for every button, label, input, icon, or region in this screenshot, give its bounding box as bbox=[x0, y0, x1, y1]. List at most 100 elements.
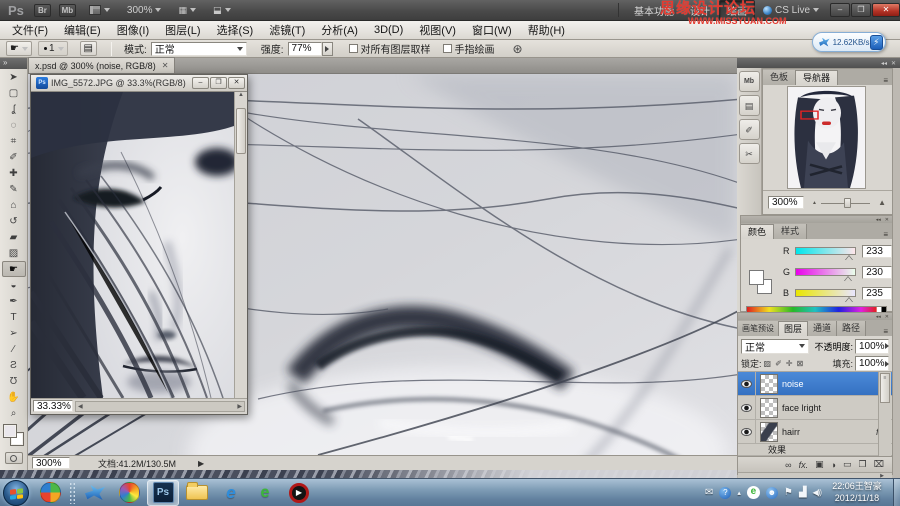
color-group-bar[interactable]: ◂◂ ✕ bbox=[741, 216, 892, 223]
menu-window[interactable]: 窗口(W) bbox=[464, 22, 520, 38]
gradient-tool[interactable]: ▨ bbox=[2, 245, 26, 261]
taskbar-icon-bird[interactable] bbox=[79, 480, 111, 506]
adjustment-layer-icon[interactable]: ◑ bbox=[831, 460, 836, 470]
panel-menu-icon[interactable]: ≡ bbox=[879, 327, 892, 336]
taskbar-icon-pps[interactable] bbox=[113, 480, 145, 506]
marquee-tool[interactable]: ▢ bbox=[2, 85, 26, 101]
sample-all-layers-checkbox[interactable]: 对所有图层取样 bbox=[348, 41, 431, 56]
slider-thumb[interactable] bbox=[845, 298, 854, 303]
tray-flag-icon[interactable]: ⚑ bbox=[784, 487, 793, 498]
menu-edit[interactable]: 编辑(E) bbox=[56, 22, 109, 38]
floating-window-titlebar[interactable]: Ps IMG_5572.JPG @ 33.3%(RGB/8) – ❐ ✕ bbox=[31, 75, 247, 92]
menu-analysis[interactable]: 分析(A) bbox=[313, 22, 366, 38]
layer-row-face-light[interactable]: face lright bbox=[738, 395, 892, 420]
navigator-zoom-slider[interactable] bbox=[820, 197, 871, 209]
download-speed-badge[interactable]: 12.62KB/s ⚡ bbox=[812, 32, 886, 52]
layer-row-hairr[interactable]: hairr fx ▴ bbox=[738, 419, 892, 444]
delete-layer-icon[interactable]: ⌧ bbox=[874, 459, 884, 470]
layer-thumbnail[interactable] bbox=[760, 397, 778, 418]
toggle-brush-panel-button[interactable]: ▤ bbox=[79, 41, 97, 56]
floating-canvas[interactable]: ▲ bbox=[27, 92, 247, 401]
lock-all-icon[interactable]: ⊠ bbox=[796, 359, 803, 368]
tray-envelope-icon[interactable]: ✉ bbox=[705, 487, 713, 498]
floating-minimize-button[interactable]: – bbox=[192, 77, 209, 89]
tab-channels[interactable]: 通道 bbox=[808, 321, 838, 336]
strength-spinner[interactable] bbox=[321, 41, 333, 56]
taskbar-icon-photoshop[interactable]: Ps bbox=[147, 479, 179, 506]
tab-paths[interactable]: 路径 bbox=[837, 321, 867, 336]
brush-tool[interactable]: ✎ bbox=[2, 181, 26, 197]
3d-orbit-tool[interactable]: Ʊ bbox=[2, 373, 26, 389]
lasso-tool[interactable]: ʆ bbox=[2, 101, 26, 117]
launch-minibridge-button[interactable]: Mb bbox=[58, 3, 76, 17]
blue-channel-value[interactable]: 235 bbox=[862, 286, 892, 300]
navigator-zoom-input[interactable]: 300% bbox=[768, 196, 804, 209]
link-layers-icon[interactable]: ∞ bbox=[785, 460, 791, 470]
workspace-painting-button[interactable]: 绘画 bbox=[718, 0, 755, 21]
red-channel-slider[interactable] bbox=[794, 247, 857, 261]
clone-stamp-tool[interactable]: ⌂ bbox=[2, 197, 26, 213]
taskbar-icon-explorer[interactable] bbox=[181, 480, 213, 506]
lock-position-icon[interactable]: ✛ bbox=[786, 359, 793, 368]
type-tool[interactable]: T bbox=[2, 309, 26, 325]
quick-mask-button[interactable] bbox=[4, 452, 23, 464]
tab-color[interactable]: 颜色 bbox=[741, 224, 775, 239]
screen-mode-button[interactable]: ⬓ bbox=[208, 3, 236, 18]
floating-zoom-input[interactable]: 33.33% bbox=[33, 400, 73, 412]
tab-brush-presets[interactable]: 画笔预设 bbox=[738, 321, 779, 336]
menu-image[interactable]: 图像(I) bbox=[109, 22, 157, 38]
floating-vertical-scrollbar[interactable]: ▲ bbox=[234, 92, 247, 398]
red-channel-value[interactable]: 233 bbox=[862, 244, 892, 258]
show-desktop-button[interactable] bbox=[893, 478, 900, 506]
blend-mode-select[interactable]: 正常 bbox=[150, 41, 247, 56]
status-options-arrow[interactable]: ▶ bbox=[198, 459, 204, 468]
tab-swatches[interactable]: 色板 bbox=[763, 70, 797, 85]
scroll-left-icon[interactable]: ◀ bbox=[78, 403, 83, 410]
tray-volume-icon[interactable]: ◀)) bbox=[813, 488, 823, 497]
tools-panel-collapse-button[interactable]: » bbox=[0, 58, 27, 69]
crop-tool[interactable]: ⌗ bbox=[2, 133, 26, 149]
layers-group-bar[interactable]: ◂◂ ✕ bbox=[738, 313, 892, 320]
visibility-toggle[interactable] bbox=[738, 371, 756, 396]
taskbar-icon-player[interactable]: ▶ bbox=[283, 480, 315, 506]
healing-brush-tool[interactable]: ✚ bbox=[2, 165, 26, 181]
tab-navigator[interactable]: 导航器 bbox=[796, 70, 839, 85]
pen-tool[interactable]: ✒ bbox=[2, 293, 26, 309]
visibility-toggle[interactable] bbox=[738, 395, 756, 420]
menu-help[interactable]: 帮助(H) bbox=[520, 22, 573, 38]
close-panel-icon[interactable]: ✕ bbox=[891, 60, 896, 67]
menu-filter[interactable]: 滤镜(T) bbox=[261, 22, 313, 38]
collapse-panels-icon[interactable]: ◂◂ bbox=[881, 60, 887, 67]
menu-file[interactable]: 文件(F) bbox=[4, 22, 56, 38]
dodge-tool[interactable]: ◒ bbox=[2, 277, 26, 293]
menu-layer[interactable]: 图层(L) bbox=[157, 22, 208, 38]
scroll-right-icon[interactable]: ▶ bbox=[237, 403, 242, 410]
slider-thumb[interactable] bbox=[843, 277, 852, 282]
panel-menu-icon[interactable]: ≡ bbox=[879, 76, 892, 85]
path-select-tool[interactable]: ➢ bbox=[2, 325, 26, 341]
tab-close-icon[interactable]: ✕ bbox=[162, 61, 169, 70]
blue-channel-slider[interactable] bbox=[794, 289, 857, 303]
slider-thumb[interactable] bbox=[844, 256, 853, 261]
layer-blend-mode-select[interactable]: 正常 bbox=[741, 338, 810, 354]
history-brush-tool[interactable]: ↺ bbox=[2, 213, 26, 229]
layer-group-icon[interactable]: ▭ bbox=[843, 459, 852, 470]
brush-preset-picker[interactable]: 1 bbox=[37, 41, 68, 56]
green-channel-value[interactable]: 230 bbox=[862, 265, 892, 279]
scrollbar-thumb[interactable]: ≡ bbox=[880, 373, 890, 403]
navigator-preview[interactable] bbox=[763, 85, 892, 190]
taskbar-icon-360browser[interactable]: e bbox=[249, 480, 281, 506]
layer-mask-icon[interactable]: ▣ bbox=[815, 459, 824, 470]
tab-layers[interactable]: 图层 bbox=[779, 321, 809, 336]
layer-style-icon[interactable]: fx. bbox=[799, 460, 809, 470]
boost-button[interactable]: ⚡ bbox=[869, 34, 883, 50]
menu-view[interactable]: 视图(V) bbox=[411, 22, 464, 38]
close-panel-icon[interactable]: ✕ bbox=[885, 314, 889, 320]
layer-row-noise[interactable]: noise bbox=[738, 371, 892, 396]
brush-presets-panel-button[interactable]: ▤ bbox=[738, 95, 760, 116]
taskbar-icon-ie[interactable]: e bbox=[215, 480, 247, 506]
foreground-color-swatch[interactable] bbox=[749, 270, 764, 285]
layer-effects-row[interactable]: 效果 bbox=[738, 444, 892, 456]
lock-transparency-icon[interactable]: ▨ bbox=[764, 359, 772, 368]
close-panel-icon[interactable]: ✕ bbox=[885, 217, 889, 223]
